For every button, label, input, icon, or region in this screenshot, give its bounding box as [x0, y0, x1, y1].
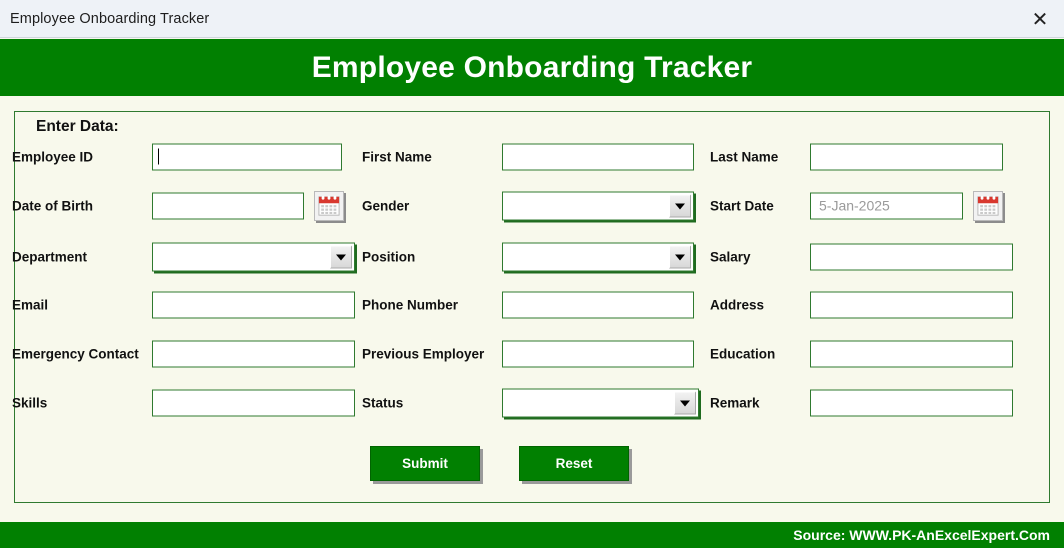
label-previous-employer: Previous Employer	[362, 346, 485, 362]
chevron-down-icon[interactable]	[669, 245, 691, 269]
label-status: Status	[362, 395, 404, 411]
footer-source-text: Source: WWW.PK-AnExcelExpert.Com	[793, 527, 1050, 543]
input-date-of-birth[interactable]	[152, 192, 304, 220]
dropdown-position[interactable]	[502, 242, 694, 272]
window-titlebar: Employee Onboarding Tracker ✕	[0, 0, 1064, 38]
label-address: Address	[710, 297, 765, 313]
label-education: Education	[710, 346, 776, 362]
reset-button[interactable]: Reset	[519, 446, 629, 481]
dropdown-department[interactable]	[152, 242, 355, 272]
label-skills: Skills	[12, 395, 48, 411]
chevron-down-icon[interactable]	[669, 194, 691, 218]
page-title: Employee Onboarding Tracker	[311, 50, 753, 84]
input-phone-number[interactable]	[502, 291, 694, 319]
form-row: Department Position Salary	[0, 240, 1036, 274]
label-first-name: First Name	[362, 149, 432, 165]
label-remark: Remark	[710, 395, 760, 411]
form-row: Email Phone Number Address	[0, 288, 1036, 322]
input-emergency-contact[interactable]	[152, 340, 355, 368]
dropdown-gender[interactable]	[502, 191, 694, 221]
form-row: Employee ID First Name Last Name	[0, 140, 1036, 174]
label-date-of-birth: Date of Birth	[12, 198, 93, 214]
form-body: Enter Data: Employee ID First Name Last Na…	[0, 96, 1064, 522]
input-skills[interactable]	[152, 389, 355, 417]
input-address[interactable]	[810, 291, 1013, 319]
label-gender: Gender	[362, 198, 410, 214]
label-start-date: Start Date	[710, 198, 774, 214]
input-salary[interactable]	[810, 243, 1013, 271]
app-banner: Employee Onboarding Tracker	[0, 39, 1064, 96]
input-remark[interactable]	[810, 389, 1013, 417]
label-employee-id: Employee ID	[12, 149, 94, 165]
input-previous-employer[interactable]	[502, 340, 694, 368]
userform-window: Employee Onboarding Tracker ✕ Employee O…	[0, 0, 1064, 548]
label-phone-number: Phone Number	[362, 297, 459, 313]
input-first-name[interactable]	[502, 143, 694, 171]
chevron-down-icon[interactable]	[330, 245, 352, 269]
label-position: Position	[362, 249, 416, 265]
label-last-name: Last Name	[710, 149, 779, 165]
text-caret	[158, 148, 159, 165]
label-salary: Salary	[710, 249, 751, 265]
submit-button[interactable]: Submit	[370, 446, 480, 481]
groupbox-legend: Enter Data:	[29, 118, 126, 136]
input-start-date[interactable]: 5-Jan-2025	[810, 192, 963, 220]
label-email: Email	[12, 297, 49, 313]
close-icon[interactable]: ✕	[1016, 0, 1064, 38]
dropdown-status[interactable]	[502, 388, 699, 418]
input-education[interactable]	[810, 340, 1013, 368]
label-emergency-contact: Emergency Contact	[12, 346, 139, 362]
form-row: Skills Status Remark	[0, 386, 1036, 420]
form-row: Emergency Contact Previous Employer Educat…	[0, 337, 1036, 371]
input-email[interactable]	[152, 291, 355, 319]
footer-bar: Source: WWW.PK-AnExcelExpert.Com	[0, 522, 1064, 548]
window-title: Employee Onboarding Tracker	[10, 10, 210, 27]
input-employee-id[interactable]	[152, 143, 342, 171]
chevron-down-icon[interactable]	[674, 391, 696, 415]
calendar-icon-button-date-of-birth[interactable]	[314, 191, 344, 221]
form-row: Date of Birth Gender Start Date 5-Jan-2025	[0, 189, 1036, 223]
label-department: Department	[12, 249, 88, 265]
input-last-name[interactable]	[810, 143, 1003, 171]
calendar-icon-button-start-date[interactable]	[973, 191, 1003, 221]
